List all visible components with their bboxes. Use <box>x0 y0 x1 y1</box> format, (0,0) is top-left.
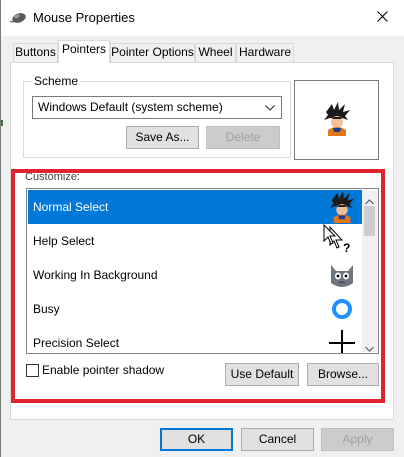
scheme-dropdown[interactable]: Windows Default (system scheme) <box>32 96 282 119</box>
pointer-shadow-checkbox[interactable] <box>26 364 39 377</box>
crosshair-cursor-icon <box>326 327 358 353</box>
chevron-down-icon[interactable] <box>365 341 374 353</box>
background-edge-mark <box>1 120 3 126</box>
list-item-label: Working In Background <box>33 268 158 282</box>
customize-label: Customize: <box>25 171 81 183</box>
apply-button[interactable]: Apply <box>321 428 394 451</box>
tab-wheel[interactable]: Wheel <box>195 43 236 62</box>
tab-pointers[interactable]: Pointers <box>58 40 110 63</box>
title-bar: Mouse Properties <box>1 0 404 36</box>
list-scrollbar[interactable] <box>362 190 377 352</box>
cancel-button[interactable]: Cancel <box>241 428 314 451</box>
list-item-label: Normal Select <box>33 200 109 214</box>
browse-button[interactable]: Browse... <box>307 363 379 386</box>
mouse-properties-window: Mouse Properties Buttons Pointers Pointe… <box>0 0 404 457</box>
cursor-list[interactable]: Normal Select Help Select ? Working In B… <box>26 188 379 354</box>
tab-pointer-options[interactable]: Pointer Options <box>110 43 195 62</box>
list-item-precision-select[interactable]: Precision Select <box>28 326 364 353</box>
cat-cursor-icon <box>326 259 358 291</box>
scrollbar-thumb[interactable] <box>364 206 375 236</box>
close-button[interactable] <box>359 0 404 36</box>
list-item-normal-select[interactable]: Normal Select <box>28 190 364 224</box>
use-default-button[interactable]: Use Default <box>225 363 299 386</box>
tab-buttons[interactable]: Buttons <box>13 43 58 62</box>
tab-strip: Buttons Pointers Pointer Options Wheel H… <box>1 38 404 64</box>
delete-button[interactable]: Delete <box>206 126 280 149</box>
window-title: Mouse Properties <box>33 10 135 25</box>
svg-text:?: ? <box>343 241 350 255</box>
character-cursor-icon <box>326 191 358 223</box>
close-icon <box>376 11 388 25</box>
busy-ring-cursor-icon <box>326 293 358 325</box>
scheme-dropdown-value: Windows Default (system scheme) <box>38 100 223 114</box>
list-item-label: Busy <box>33 302 60 316</box>
save-as-button[interactable]: Save As... <box>126 126 199 149</box>
character-cursor-icon <box>320 101 354 139</box>
chevron-down-icon <box>263 97 277 118</box>
list-item-working-in-background[interactable]: Working In Background <box>28 258 364 292</box>
list-item-label: Help Select <box>33 234 95 248</box>
list-item-help-select[interactable]: Help Select ? <box>28 224 364 258</box>
scheme-group-label: Scheme <box>32 74 81 88</box>
list-item-label: Precision Select <box>33 336 120 350</box>
mouse-icon <box>9 11 27 28</box>
pointer-shadow-label[interactable]: Enable pointer shadow <box>42 363 164 377</box>
tab-hardware[interactable]: Hardware <box>236 43 294 62</box>
list-item-busy[interactable]: Busy <box>28 292 364 326</box>
cursor-preview <box>294 80 379 160</box>
mouse-pointer-icon <box>323 223 337 249</box>
ok-button[interactable]: OK <box>160 428 233 451</box>
